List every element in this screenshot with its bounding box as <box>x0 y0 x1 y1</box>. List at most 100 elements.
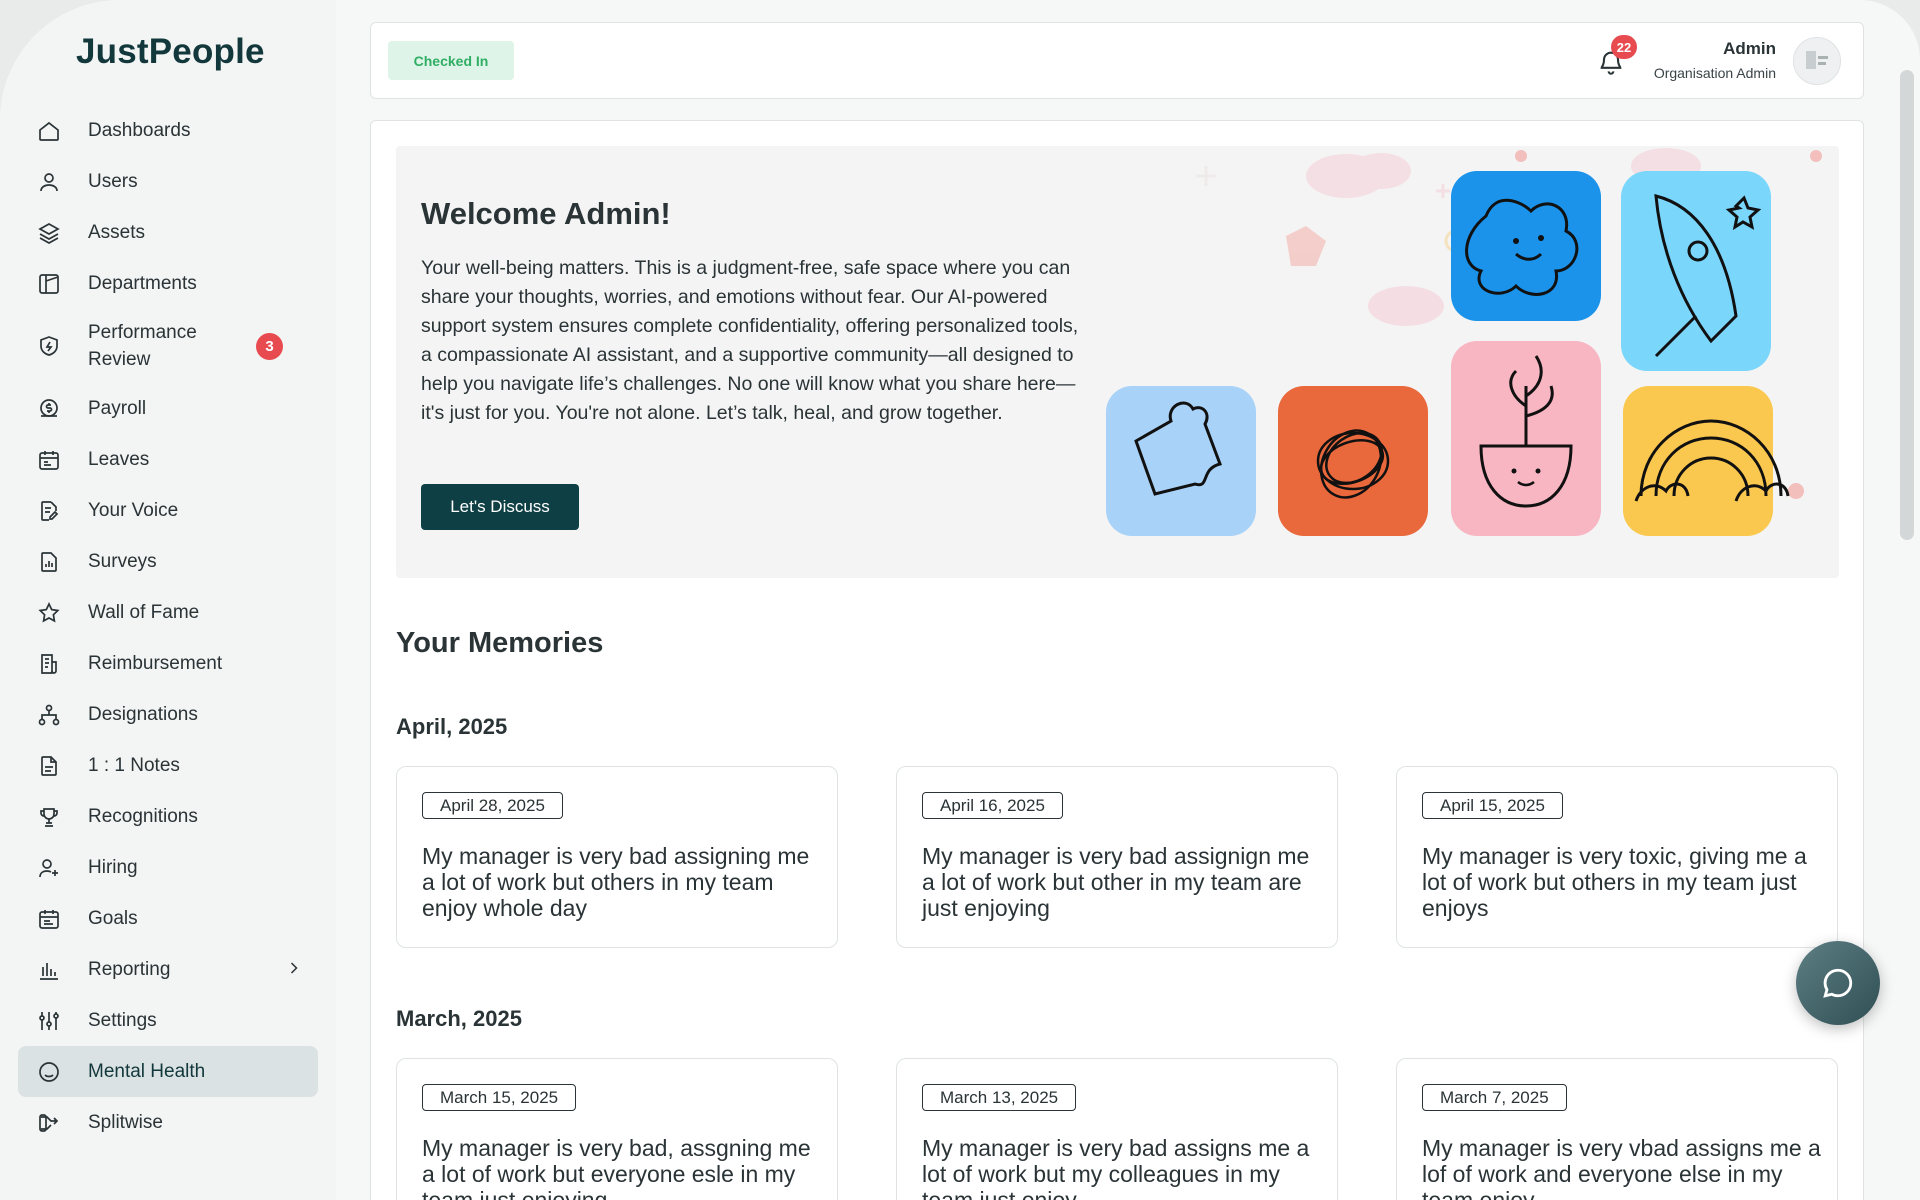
note-icon <box>36 753 62 779</box>
avatar-placeholder-icon <box>1806 51 1828 69</box>
document-chart-icon <box>36 549 62 575</box>
dollar-coin-icon <box>36 396 62 422</box>
sidebar-item-goals[interactable]: Goals <box>18 893 318 944</box>
memory-date: March 13, 2025 <box>922 1084 1077 1111</box>
sidebar-item-label: Recognitions <box>88 806 198 827</box>
sidebar-item-label: Mental Health <box>88 1061 206 1082</box>
sidebar-item-label: Designations <box>88 704 198 725</box>
memory-date: April 16, 2025 <box>922 792 1063 819</box>
sidebar-item-assets[interactable]: Assets <box>18 207 318 258</box>
sidebar-item-label: Performance Review <box>88 322 197 370</box>
sidebar-item-settings[interactable]: Settings <box>18 995 318 1046</box>
sidebar-item-designations[interactable]: Designations <box>18 689 318 740</box>
sidebar-item-label: Reporting <box>88 959 171 980</box>
memory-text: My manager is very bad assigning me a lo… <box>422 843 810 921</box>
memory-card[interactable]: March 13, 2025 My manager is very bad as… <box>896 1058 1338 1200</box>
notification-badge: 22 <box>1611 35 1637 59</box>
memory-card[interactable]: March 7, 2025 My manager is very vbad as… <box>1396 1058 1838 1200</box>
sidebar-item-label: Users <box>88 171 138 192</box>
trophy-icon <box>36 804 62 830</box>
sidebar-item-your-voice[interactable]: Your Voice <box>18 485 318 536</box>
memories-title: Your Memories <box>396 627 604 659</box>
memory-month-heading: March, 2025 <box>396 1006 522 1031</box>
sidebar-item-dashboards[interactable]: Dashboards <box>18 105 318 156</box>
avatar[interactable] <box>1793 37 1841 85</box>
sidebar-item-performance-review[interactable]: Performance Review 3 <box>18 309 318 383</box>
sidebar-item-label: Payroll <box>88 398 147 419</box>
sidebar-item-label: Departments <box>88 273 197 294</box>
mental-health-illustration <box>1106 148 1822 536</box>
memory-text: My manager is very bad, assgning me a lo… <box>422 1135 811 1200</box>
memory-text: My manager is very bad assignign me a lo… <box>922 843 1310 921</box>
memory-date: March 15, 2025 <box>422 1084 577 1111</box>
sliders-icon <box>36 1008 62 1034</box>
memory-text: My manager is very toxic, giving me a lo… <box>1422 843 1807 921</box>
document-edit-icon <box>36 498 62 524</box>
sidebar: JustPeople Dashboards Users Assets Depar… <box>0 0 336 1200</box>
top-header: Checked In 22 Admin Organisation Admin <box>370 22 1864 99</box>
chat-bubble-icon <box>1823 968 1853 998</box>
user-name: Admin <box>1723 39 1776 58</box>
star-icon <box>36 600 62 626</box>
hierarchy-icon <box>36 702 62 728</box>
sidebar-item-users[interactable]: Users <box>18 156 318 207</box>
sidebar-item-label: Hiring <box>88 857 138 878</box>
smile-icon <box>36 1059 62 1085</box>
chevron-right-icon[interactable] <box>284 958 304 978</box>
sidebar-item-label: Surveys <box>88 551 157 572</box>
sidebar-nav: Dashboards Users Assets Departments Perf… <box>18 105 318 1148</box>
sidebar-item-leaves[interactable]: Leaves <box>18 434 318 485</box>
main-content: Welcome Admin! Your well-being matters. … <box>370 120 1864 1200</box>
calendar-check-icon <box>36 906 62 932</box>
sidebar-item-label: Wall of Fame <box>88 602 200 623</box>
hero-text: Your well-being matters. This is a judgm… <box>421 257 1079 424</box>
layers-icon <box>36 220 62 246</box>
user-role: Organisation Admin <box>1653 65 1776 81</box>
sidebar-item-departments[interactable]: Departments <box>18 258 318 309</box>
memory-text: My manager is very vbad assigns me a lof… <box>1422 1135 1821 1200</box>
building-icon <box>36 271 62 297</box>
shield-icon <box>36 333 62 359</box>
memory-date: April 28, 2025 <box>422 792 563 819</box>
sidebar-item-mental-health[interactable]: Mental Health <box>18 1046 318 1097</box>
performance-review-badge: 3 <box>256 333 283 360</box>
hero-title: Welcome Admin! <box>421 196 671 231</box>
user-plus-icon <box>36 855 62 881</box>
sidebar-item-recognitions[interactable]: Recognitions <box>18 791 318 842</box>
lets-discuss-button[interactable]: Let's Discuss <box>421 484 579 530</box>
memory-card[interactable]: April 16, 2025 My manager is very bad as… <box>896 766 1338 948</box>
sidebar-item-label: Splitwise <box>88 1112 163 1133</box>
sidebar-item-reimbursement[interactable]: Reimbursement <box>18 638 318 689</box>
memory-card[interactable]: April 28, 2025 My manager is very bad as… <box>396 766 838 948</box>
app-window: JustPeople Dashboards Users Assets Depar… <box>0 0 1920 1200</box>
user-icon <box>36 169 62 195</box>
memory-card[interactable]: March 15, 2025 My manager is very bad, a… <box>396 1058 838 1200</box>
home-icon <box>36 118 62 144</box>
sidebar-item-label: 1 : 1 Notes <box>88 755 180 776</box>
sidebar-item-payroll[interactable]: Payroll <box>18 383 318 434</box>
welcome-hero: Welcome Admin! Your well-being matters. … <box>396 146 1839 578</box>
chat-assistant-button[interactable] <box>1796 941 1880 1025</box>
sidebar-item-label: Settings <box>88 1010 157 1031</box>
sidebar-item-hiring[interactable]: Hiring <box>18 842 318 893</box>
sidebar-item-wall-of-fame[interactable]: Wall of Fame <box>18 587 318 638</box>
sidebar-item-splitwise[interactable]: Splitwise <box>18 1097 318 1148</box>
memory-date: April 15, 2025 <box>1422 792 1563 819</box>
memory-card[interactable]: April 15, 2025 My manager is very toxic,… <box>1396 766 1838 948</box>
sidebar-item-label: Your Voice <box>88 500 179 521</box>
receipt-icon <box>36 651 62 677</box>
sidebar-item-label: Leaves <box>88 449 150 470</box>
sidebar-item-label: Reimbursement <box>88 653 223 674</box>
sidebar-item-one-on-one-notes[interactable]: 1 : 1 Notes <box>18 740 318 791</box>
checked-in-status[interactable]: Checked In <box>388 41 514 80</box>
sidebar-item-label: Assets <box>88 222 146 243</box>
memory-month-heading: April, 2025 <box>396 714 508 739</box>
bar-chart-icon <box>36 957 62 983</box>
split-icon <box>36 1110 62 1136</box>
sidebar-item-surveys[interactable]: Surveys <box>18 536 318 587</box>
sidebar-item-label: Goals <box>88 908 138 929</box>
sidebar-item-reporting[interactable]: Reporting <box>18 944 318 995</box>
memory-text: My manager is very bad assigns me a lot … <box>922 1135 1310 1200</box>
page-scrollbar[interactable] <box>1900 70 1914 540</box>
app-logo[interactable]: JustPeople <box>76 32 265 72</box>
